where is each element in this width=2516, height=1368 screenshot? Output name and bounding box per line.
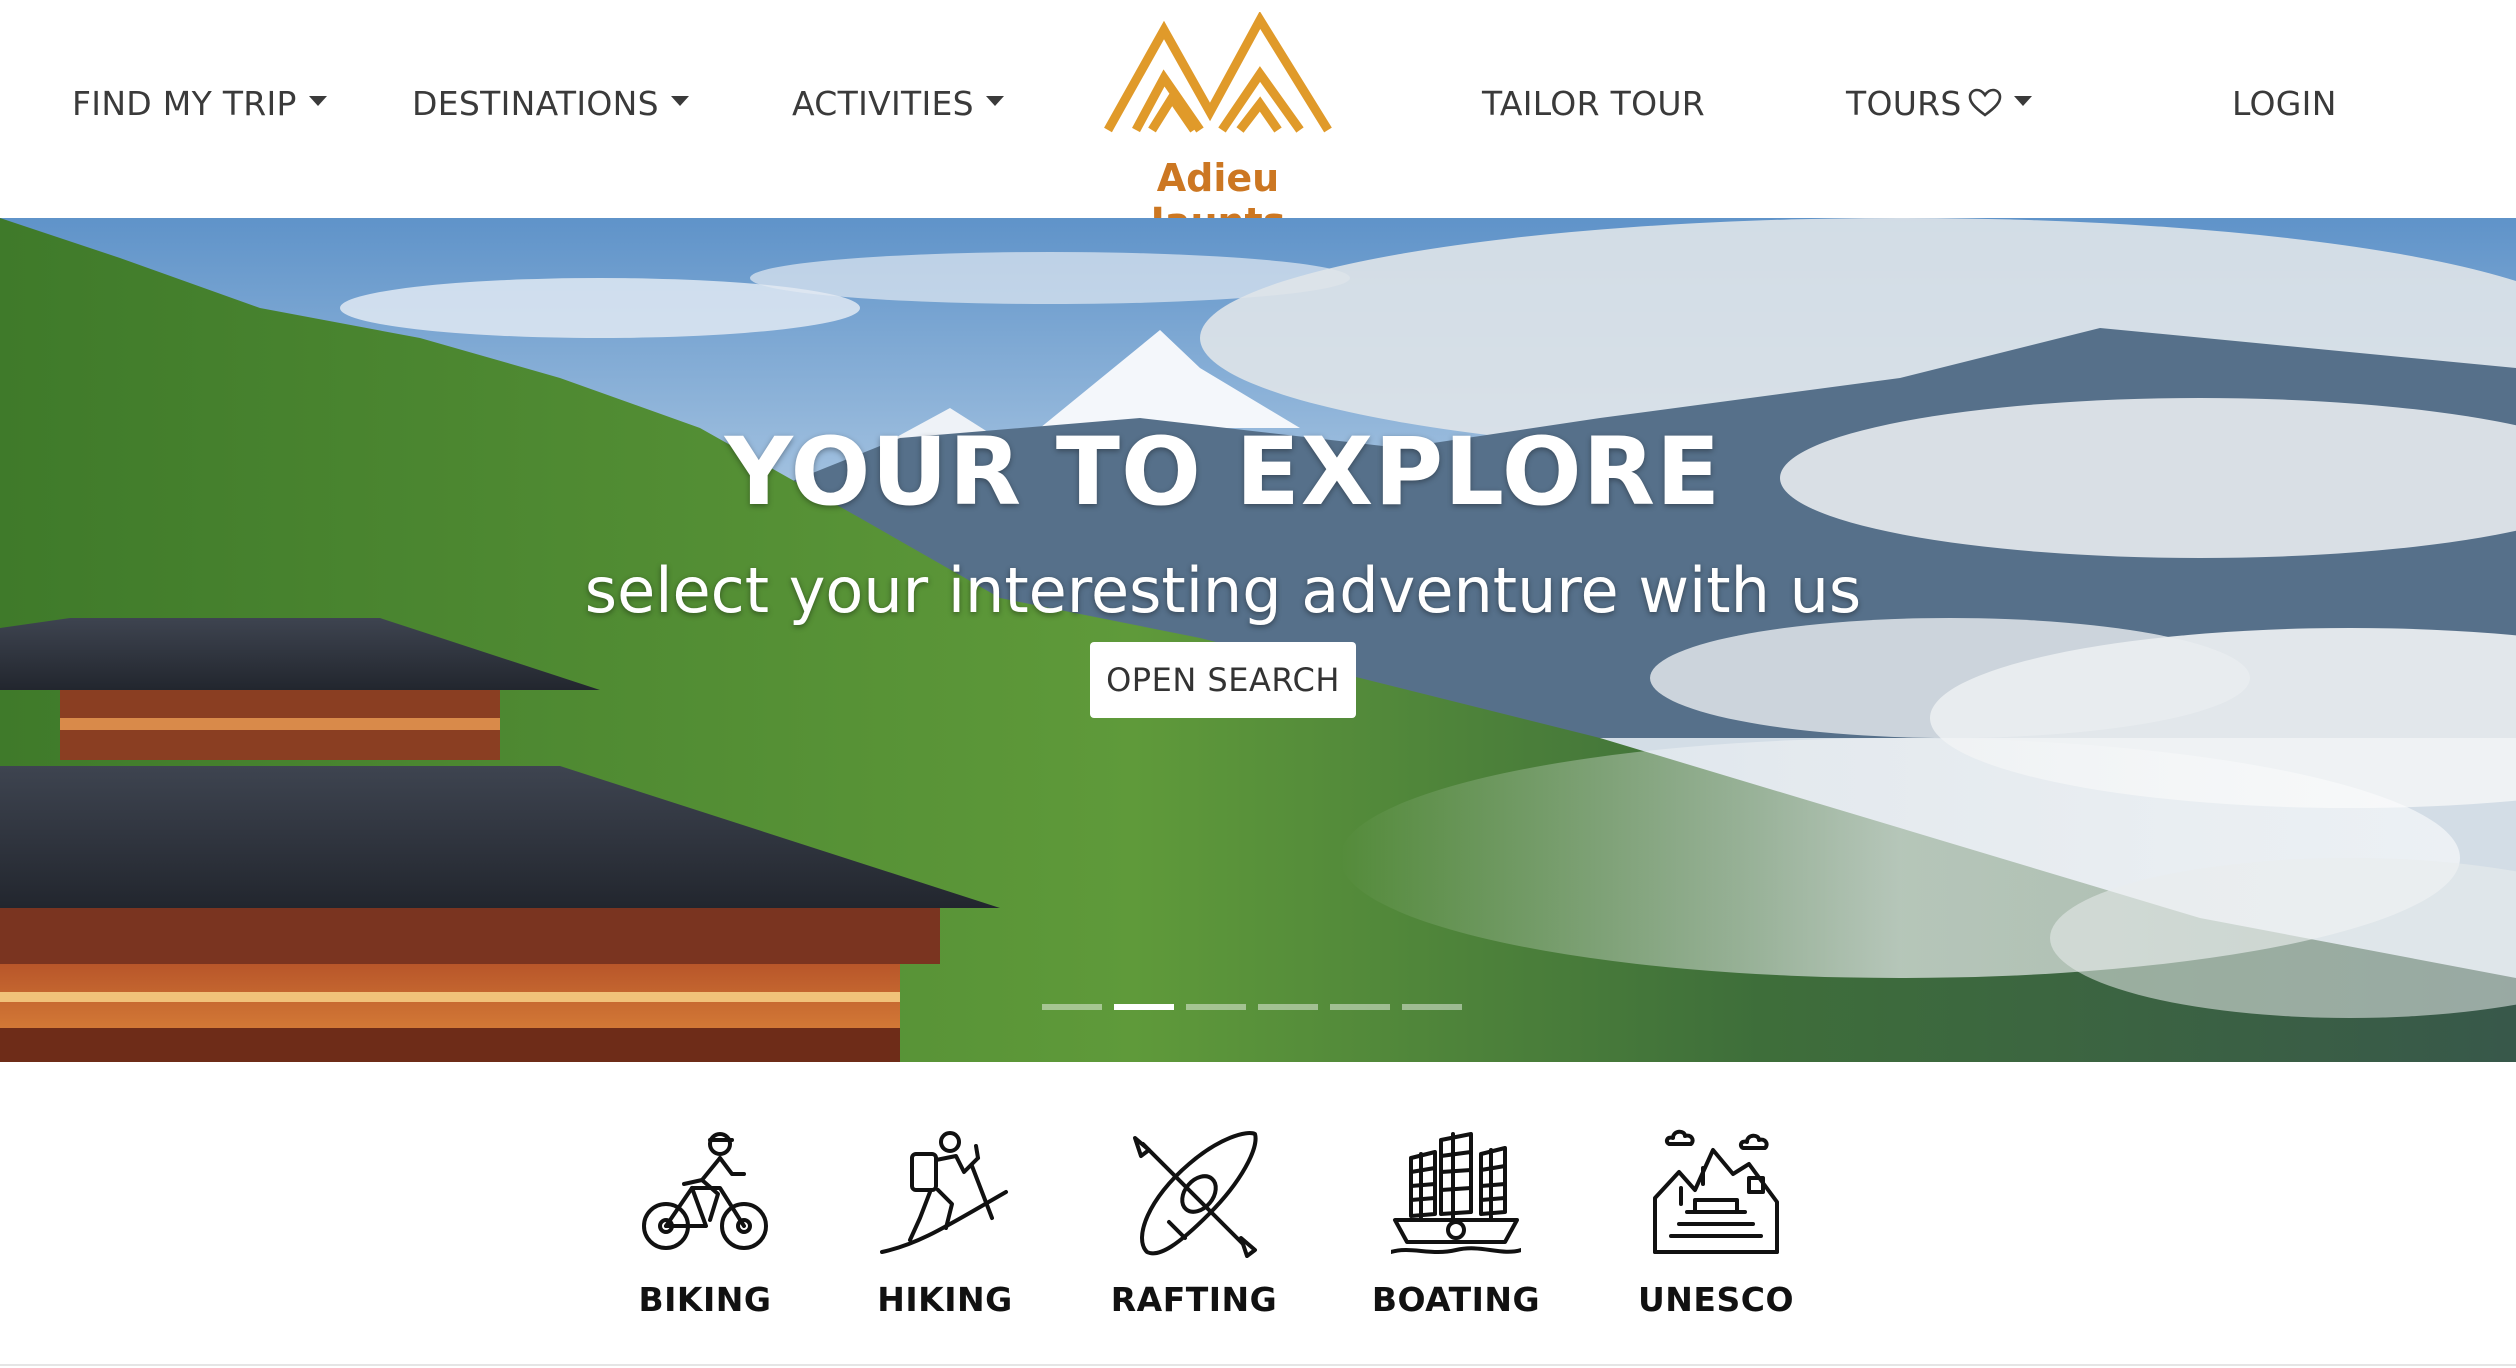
activity-rafting[interactable]: RAFTING (1104, 1128, 1284, 1328)
main-navbar: FIND MY TRIP DESTINATIONS ACTIVITIES Adi… (0, 0, 2516, 244)
carousel-indicator-5[interactable] (1330, 1004, 1390, 1010)
open-search-button[interactable]: OPEN SEARCH (1090, 642, 1356, 718)
activity-hiking[interactable]: HIKING (855, 1128, 1035, 1328)
caret-down-icon (2013, 96, 2032, 106)
mountains-logo-icon (1104, 12, 1332, 133)
hero-title: YOUR TO EXPLORE (724, 418, 1722, 527)
activity-unesco-label: UNESCO (1638, 1280, 1794, 1319)
caret-down-icon (985, 96, 1004, 106)
nav-tailor-tour-label: TAILOR TOUR (1482, 83, 1706, 123)
carousel-indicator-6[interactable] (1402, 1004, 1462, 1010)
caret-down-icon (670, 96, 689, 106)
heart-outline-icon (1968, 88, 2002, 118)
junk-boat-icon (1391, 1128, 1521, 1258)
heritage-site-icon (1651, 1128, 1781, 1258)
hero-carousel[interactable]: YOUR TO EXPLORE select your interesting … (0, 218, 2516, 1062)
nav-find-my-trip[interactable]: FIND MY TRIP (72, 78, 327, 128)
carousel-indicator-3[interactable] (1186, 1004, 1246, 1010)
nav-activities-label: ACTIVITIES (792, 83, 974, 123)
activity-biking-label: BIKING (638, 1280, 772, 1319)
activity-hiking-label: HIKING (877, 1280, 1013, 1319)
nav-destinations-label: DESTINATIONS (412, 83, 659, 123)
nav-login-label: LOGIN (2232, 83, 2337, 123)
activity-unesco[interactable]: UNESCO (1626, 1128, 1806, 1328)
nav-destinations[interactable]: DESTINATIONS (412, 78, 689, 128)
activity-biking[interactable]: BIKING (615, 1128, 795, 1328)
hero-caption: YOUR TO EXPLORE select your interesting … (0, 218, 2516, 1062)
activity-boating[interactable]: BOATING (1366, 1128, 1546, 1328)
nav-activities[interactable]: ACTIVITIES (792, 78, 1004, 128)
cyclist-icon (640, 1128, 770, 1258)
nav-tours-label: TOURS (1846, 83, 1962, 123)
carousel-indicator-4[interactable] (1258, 1004, 1318, 1010)
carousel-indicators (1042, 1004, 1462, 1010)
nav-login[interactable]: LOGIN (2232, 78, 2337, 128)
hero-subtitle: select your interesting adventure with u… (584, 554, 1862, 627)
carousel-indicator-1[interactable] (1042, 1004, 1102, 1010)
nav-find-my-trip-label: FIND MY TRIP (72, 83, 297, 123)
activity-boating-label: BOATING (1371, 1280, 1541, 1319)
kayak-icon (1129, 1128, 1259, 1258)
activities-strip: BIKING HIKING RAFTING BOATING UNESCO (0, 1062, 2516, 1368)
hiker-icon (880, 1128, 1010, 1258)
nav-tours[interactable]: TOURS (1846, 78, 2032, 128)
caret-down-icon (308, 96, 327, 106)
nav-tailor-tour[interactable]: TAILOR TOUR (1482, 78, 1705, 128)
section-divider (0, 1364, 2516, 1366)
brand-logo-link[interactable]: Adieu Jaunts (1086, 12, 1350, 244)
activity-rafting-label: RAFTING (1110, 1280, 1278, 1319)
carousel-indicator-2[interactable] (1114, 1004, 1174, 1010)
